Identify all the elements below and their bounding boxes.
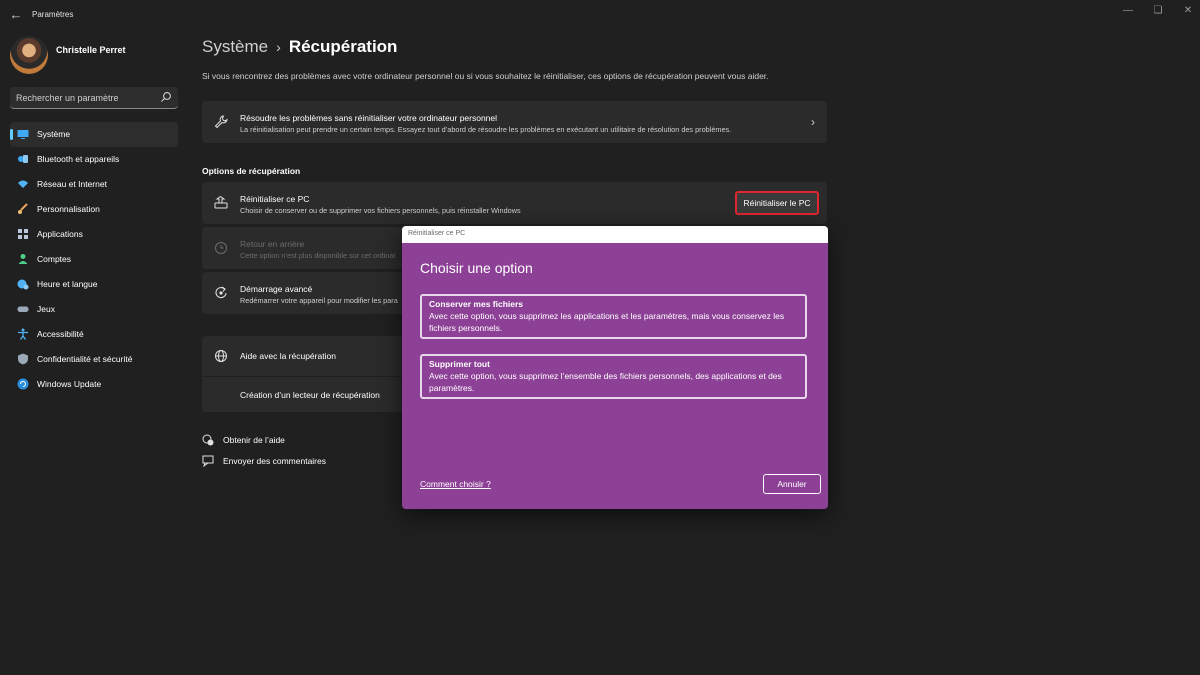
- maximize-icon[interactable]: ❏: [1148, 4, 1168, 18]
- title-bar: ← Paramètres — ❏ ✕: [0, 0, 1200, 30]
- help-chat-icon: [202, 434, 214, 446]
- dialog-bar-title: Réinitialiser ce PC: [408, 230, 466, 237]
- globe-clock-icon: [17, 279, 29, 290]
- reset-pc-button[interactable]: Réinitialiser le PC: [735, 191, 819, 215]
- breadcrumb-parent[interactable]: Système: [202, 37, 268, 56]
- chevron-right-icon: ›: [811, 115, 815, 129]
- restart-icon: [215, 286, 227, 299]
- history-icon: [215, 242, 227, 254]
- sidebar-item-reseau[interactable]: Réseau et Internet: [10, 172, 178, 197]
- sidebar-item-label: Jeux: [37, 304, 55, 314]
- person-icon: [18, 254, 28, 264]
- search-input[interactable]: [16, 91, 156, 105]
- sidebar-item-label: Personnalisation: [37, 204, 100, 214]
- search-box[interactable]: [10, 87, 178, 109]
- sidebar-nav: Système Bluetooth et appareils Réseau et…: [10, 122, 178, 397]
- sidebar-item-accessibilite[interactable]: Accessibilité: [10, 322, 178, 347]
- gamepad-icon: [17, 306, 29, 312]
- sidebar-item-label: Applications: [37, 229, 83, 239]
- sidebar-item-label: Réseau et Internet: [37, 179, 107, 189]
- sidebar-item-label: Confidentialité et sécurité: [37, 354, 133, 364]
- option-title: Supprimer tout: [429, 359, 490, 369]
- close-icon[interactable]: ✕: [1178, 4, 1198, 18]
- card-desc: Choisir de conserver ou de supprimer vos…: [240, 206, 521, 215]
- card-desc: La réinitialisation peut prendre un cert…: [240, 125, 732, 134]
- reset-pc-icon: [214, 196, 228, 209]
- how-to-choose-link[interactable]: Comment choisir ?: [420, 479, 491, 489]
- feedback-icon: [202, 455, 214, 467]
- option-title: Conserver mes fichiers: [429, 299, 524, 309]
- wifi-icon: [18, 180, 28, 188]
- page-intro: Si vous rencontrez des problèmes avec vo…: [202, 71, 769, 81]
- section-title: Options de récupération: [202, 166, 301, 176]
- search-icon[interactable]: [160, 91, 172, 103]
- minimize-icon[interactable]: —: [1118, 4, 1138, 18]
- card-title: Résoudre les problèmes sans réinitialise…: [240, 113, 498, 123]
- card-title: Retour en arrière: [240, 239, 305, 249]
- option-desc: Avec cette option, vous supprimez les ap…: [429, 311, 785, 333]
- sidebar-item-label: Bluetooth et appareils: [37, 154, 120, 164]
- reset-pc-card: Réinitialiser ce PC Choisir de conserver…: [202, 182, 827, 224]
- keep-files-option[interactable]: Conserver mes fichiers Avec cette option…: [420, 294, 807, 339]
- dialog-heading: Choisir une option: [420, 260, 533, 276]
- accessibility-icon: [18, 328, 28, 340]
- dialog-title-bar: Réinitialiser ce PC: [402, 226, 828, 243]
- get-help-label: Obtenir de l’aide: [223, 435, 285, 445]
- sidebar-item-comptes[interactable]: Comptes: [10, 247, 178, 272]
- chevron-right-icon: ›: [276, 39, 281, 55]
- update-icon: [17, 378, 29, 390]
- sidebar-item-systeme[interactable]: Système: [10, 122, 178, 147]
- monitor-icon: [17, 130, 29, 139]
- feedback-label: Envoyer des commentaires: [223, 456, 326, 466]
- sidebar-item-label: Comptes: [37, 254, 72, 264]
- bluetooth-icon: [18, 155, 28, 163]
- reset-dialog: Réinitialiser ce PC Choisir une option C…: [402, 226, 828, 509]
- sidebar-item-applications[interactable]: Applications: [10, 222, 178, 247]
- sidebar-item-windows-update[interactable]: Windows Update: [10, 372, 178, 397]
- avatar[interactable]: [10, 36, 48, 74]
- sidebar-item-personnalisation[interactable]: Personnalisation: [10, 197, 178, 222]
- card-title: Aide avec la récupération: [240, 351, 336, 361]
- apps-icon: [18, 229, 28, 239]
- globe-icon: [215, 350, 227, 362]
- shield-icon: [18, 353, 28, 365]
- app-title: Paramètres: [32, 10, 74, 19]
- brush-icon: [18, 203, 28, 214]
- sidebar-item-jeux[interactable]: Jeux: [10, 297, 178, 322]
- cancel-button[interactable]: Annuler: [763, 474, 821, 494]
- card-title: Démarrage avancé: [240, 284, 313, 294]
- breadcrumb: Système › Récupération: [202, 37, 397, 57]
- card-desc: Cette option n’est plus disponible sur c…: [240, 251, 396, 260]
- sidebar-item-label: Accessibilité: [37, 329, 84, 339]
- back-arrow-icon[interactable]: ←: [8, 7, 24, 23]
- card-title: Réinitialiser ce PC: [240, 194, 310, 204]
- user-name: Christelle Perret: [56, 45, 126, 55]
- sidebar-item-label: Heure et langue: [37, 279, 98, 289]
- page-title: Récupération: [288, 37, 398, 56]
- sidebar-item-bluetooth[interactable]: Bluetooth et appareils: [10, 147, 178, 172]
- card-desc: Redémarrer votre appareil pour modifier …: [240, 296, 398, 305]
- troubleshoot-card[interactable]: Résoudre les problèmes sans réinitialise…: [202, 101, 827, 143]
- sidebar-item-label: Système: [37, 129, 71, 139]
- recovery-drive-link[interactable]: Création d’un lecteur de récupération: [240, 390, 380, 400]
- wrench-icon: [214, 115, 228, 129]
- sidebar-item-label: Windows Update: [37, 379, 102, 389]
- sidebar-item-heure-langue[interactable]: Heure et langue: [10, 272, 178, 297]
- option-desc: Avec cette option, vous supprimez l’ense…: [429, 371, 782, 393]
- sidebar-item-confidentialite[interactable]: Confidentialité et sécurité: [10, 347, 178, 372]
- remove-all-option[interactable]: Supprimer tout Avec cette option, vous s…: [420, 354, 807, 399]
